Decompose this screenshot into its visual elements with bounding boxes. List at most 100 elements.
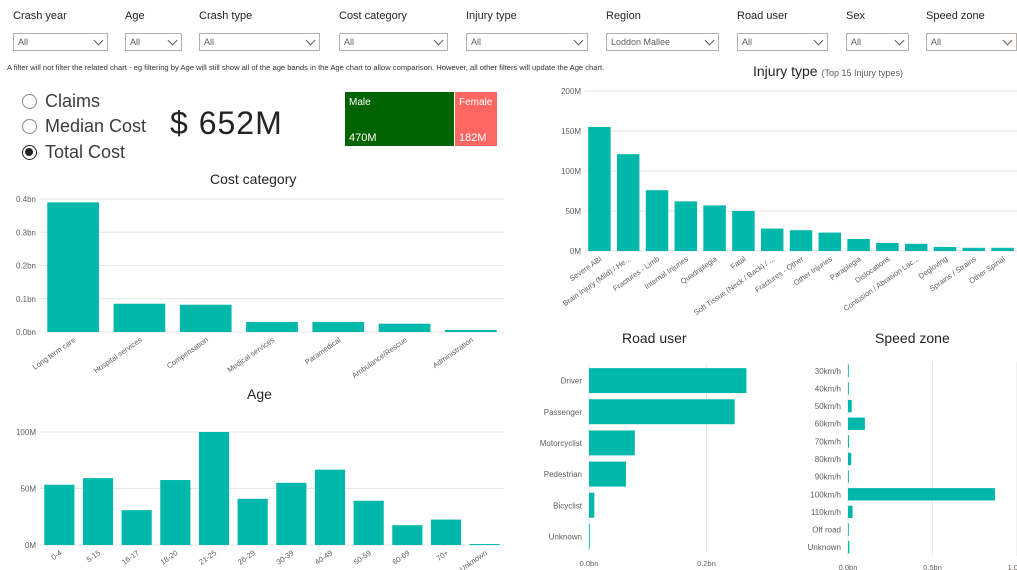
filter-dropdown-region[interactable]: Loddon Mallee [606, 33, 719, 51]
x-tick-label: Brain Injury (Mild) / He... [561, 254, 632, 308]
filter-label: Speed zone [926, 10, 985, 22]
filter-dropdown-injury-type[interactable]: All [466, 33, 588, 51]
treemap-value: 470M [349, 132, 377, 144]
x-tick-label: Degloving [917, 254, 949, 281]
filter-dropdown-crash-year[interactable]: All [13, 33, 108, 51]
filter-injury-type: Injury type All [466, 10, 588, 51]
y-tick-label: 70km/h [815, 437, 841, 446]
bar-passenger [589, 399, 735, 425]
bar-16-17 [121, 510, 152, 545]
x-tick-label: 30-39 [275, 548, 296, 566]
radio-claims[interactable]: Claims [22, 91, 100, 112]
x-tick-label: 0.2bn [697, 559, 716, 568]
radio-label: Median Cost [45, 116, 147, 136]
treemap-label: Male [349, 97, 371, 108]
bar-26-29 [237, 498, 268, 545]
y-tick-label: 40km/h [815, 384, 841, 393]
x-tick-label: Quadriplegia [679, 254, 720, 286]
x-tick-label: Soft Tissue (Neck / Back) / ... [692, 254, 776, 317]
filter-value: All [851, 37, 862, 47]
filter-label: Region [606, 10, 641, 22]
chevron-down-icon [305, 35, 316, 46]
x-tick-label: Internal Injuries [643, 254, 690, 291]
bar-fractures-limb [645, 190, 669, 251]
x-tick-label: Unknown [458, 548, 489, 570]
y-tick-label: Bicyclist [553, 501, 583, 510]
bar-60km-h [848, 417, 865, 430]
x-tick-label: Other Injuries [792, 254, 834, 287]
bar-30-39 [276, 482, 307, 545]
radio-circle-icon [22, 94, 37, 109]
x-tick-label: 70+ [435, 548, 451, 563]
x-tick-label: 50-59 [352, 548, 373, 566]
bar-30km-h [848, 364, 849, 377]
treemap-female[interactable]: Female 182M [455, 92, 497, 146]
filter-dropdown-age[interactable]: All [125, 33, 182, 51]
bar-sprains-strains [962, 247, 986, 251]
x-tick-label: 0.0bn [580, 559, 599, 568]
y-tick-label: 90km/h [815, 473, 841, 482]
filter-age: Age All [125, 10, 182, 51]
bar-compensation [179, 304, 232, 332]
filter-crash-type: Crash type All [199, 10, 320, 51]
y-tick-label: 0.0bn [16, 328, 36, 337]
chevron-down-icon [433, 35, 444, 46]
road-user-title: Road user [622, 330, 687, 346]
y-tick-label: 110km/h [811, 508, 841, 517]
bar-21-25 [198, 432, 230, 545]
filter-note: A filter will not filter the related cha… [7, 63, 605, 72]
x-tick-label: 0-4 [49, 548, 63, 562]
bar-pedestrian [589, 461, 627, 487]
bar-70km-h [848, 435, 850, 448]
bar-18-20 [160, 480, 191, 545]
x-tick-label: Administration [431, 335, 475, 370]
radio-total-cost[interactable]: Total Cost [22, 142, 125, 163]
treemap-male[interactable]: Male 470M [345, 92, 454, 146]
filter-label: Crash year [13, 10, 67, 22]
y-tick-label: 100M [561, 167, 581, 176]
y-tick-label: Unknown [808, 543, 841, 552]
injury-type-title: Injury type (Top 15 Injury types) [753, 63, 903, 79]
bar-paraplegia [847, 239, 870, 251]
speed-zone-title: Speed zone [875, 330, 950, 346]
x-tick-label: 5-15 [85, 548, 102, 564]
filter-dropdown-road-user[interactable]: All [737, 33, 828, 51]
bar-fractures-other [789, 230, 813, 251]
x-tick-label: Other Spinal [967, 254, 1007, 285]
bar-ambulance-rescue [378, 323, 431, 332]
bar-90km-h [848, 470, 849, 483]
radio-median-cost[interactable]: Median Cost [22, 116, 146, 137]
bar-brain-injury-mild-he- [616, 154, 640, 251]
injury-type-subtitle: (Top 15 Injury types) [821, 68, 904, 78]
y-tick-label: 0.3bn [16, 228, 36, 237]
x-tick-label: Dislocations [853, 254, 891, 285]
filter-dropdown-sex[interactable]: All [846, 33, 909, 51]
filter-dropdown-speed-zone[interactable]: All [926, 33, 1017, 51]
x-tick-label: Fractures - Limb [611, 254, 661, 293]
filter-cost-category: Cost category All [339, 10, 448, 51]
filter-crash-year: Crash year All [13, 10, 108, 51]
bar-medical-services [246, 322, 298, 332]
bar-40-49 [314, 469, 346, 545]
chevron-down-icon [704, 35, 715, 46]
bar-100km-h [848, 488, 996, 501]
x-tick-label: Ambulance/Rescue [350, 335, 408, 380]
y-tick-label: 0.4bn [16, 195, 36, 204]
filter-dropdown-cost-category[interactable]: All [339, 33, 448, 51]
bar-quadriplegia [703, 205, 726, 251]
bar-other-spinal [991, 247, 1014, 251]
filter-label: Road user [737, 10, 788, 22]
chevron-down-icon [573, 35, 584, 46]
bar-motorcyclist [589, 430, 635, 456]
filter-label: Age [125, 10, 145, 22]
filter-label: Injury type [466, 10, 517, 22]
y-tick-label: 80km/h [815, 455, 841, 464]
y-tick-label: 100km/h [810, 490, 841, 499]
filter-dropdown-crash-type[interactable]: All [199, 33, 320, 51]
x-tick-label: 26-29 [236, 548, 257, 566]
y-tick-label: 100M [16, 428, 36, 437]
x-tick-label: Hospital services [92, 335, 144, 375]
filter-road-user: Road user All [737, 10, 828, 51]
filter-label: Sex [846, 10, 865, 22]
filter-value: All [742, 37, 753, 47]
